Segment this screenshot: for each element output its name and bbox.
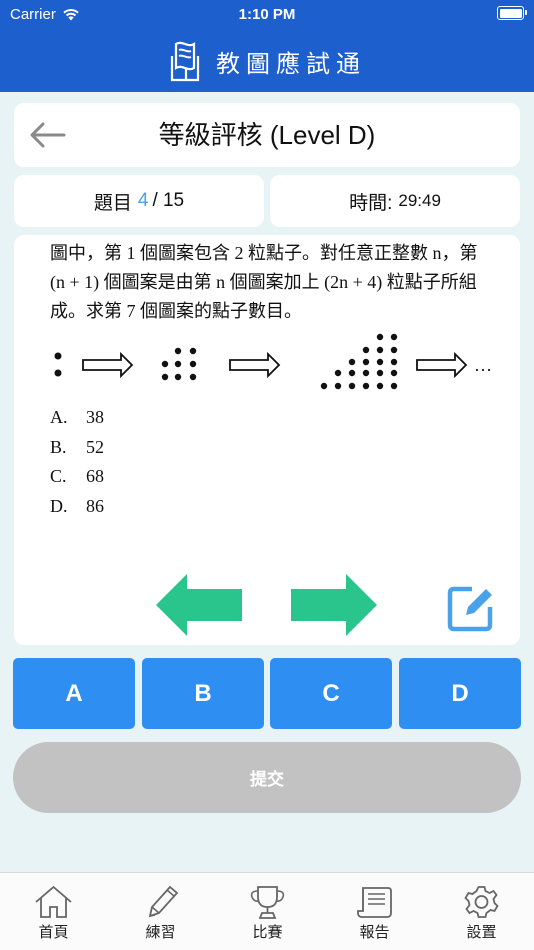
tab-competition[interactable]: 比賽 <box>214 873 321 950</box>
pattern-1 <box>54 352 62 377</box>
status-bar: Carrier 1:10 PM <box>0 0 534 30</box>
answer-button-c[interactable]: C <box>270 658 392 729</box>
timer: 時間: 29:49 <box>270 175 520 227</box>
edit-icon[interactable] <box>446 583 496 633</box>
next-question-button[interactable] <box>291 574 377 636</box>
pattern-2 <box>161 347 197 381</box>
tab-settings-label: 設置 <box>466 924 497 941</box>
home-icon <box>35 885 72 918</box>
pattern-ellipsis: … <box>474 355 492 375</box>
option-d: D. 86 <box>50 495 104 516</box>
app-branding: 教圖應試通 <box>0 30 534 92</box>
pattern-3 <box>320 333 398 390</box>
dot-pattern-figure: … <box>54 333 492 390</box>
option-b: B. 52 <box>50 436 104 457</box>
question-counter: 題目 4 / 15 <box>14 175 264 227</box>
current-question-number: 4 <box>137 190 149 211</box>
trophy-icon <box>250 886 285 919</box>
app-title: 教圖應試通 <box>216 49 366 78</box>
timer-value: 29:49 <box>398 191 441 210</box>
question-line-2: (n + 1) 個圖案是由第 n 個圖案加上 (2n + 4) 粒點子所組 <box>50 272 477 292</box>
answer-button-d[interactable]: D <box>399 658 521 729</box>
tab-competition-label: 比賽 <box>252 924 283 941</box>
scroll-icon <box>357 887 392 918</box>
question-line-1: 圖中，第 1 個圖案包含 2 粒點子。對任意正整數 n，第 <box>50 243 478 263</box>
timer-label: 時間: <box>349 192 393 214</box>
total-questions: / 15 <box>152 190 185 211</box>
option-a: A. 38 <box>50 407 104 427</box>
gear-icon <box>464 886 499 918</box>
app-logo-icon <box>170 41 200 82</box>
tab-bar: 首頁 練習 比賽 報告 設置 <box>0 872 534 950</box>
status-time: 1:10 PM <box>238 6 296 23</box>
tab-home-label: 首頁 <box>38 924 69 941</box>
submit-button[interactable]: 提交 <box>13 742 521 813</box>
battery-icon <box>497 6 527 20</box>
previous-question-button[interactable] <box>156 574 242 636</box>
tab-report[interactable]: 報告 <box>321 873 428 950</box>
answer-button-b[interactable]: B <box>142 658 264 729</box>
title-bar: 等級評核 (Level D) <box>14 103 520 167</box>
question-text: 圖中，第 1 個圖案包含 2 粒點子。對任意正整數 n，第 (n + 1) 個圖… <box>50 239 515 326</box>
tab-settings[interactable]: 設置 <box>428 873 534 950</box>
back-arrow-icon[interactable] <box>28 117 68 153</box>
screen-title: 等級評核 (Level D) <box>158 120 376 150</box>
app-header: Carrier 1:10 PM 教圖應試通 <box>0 0 534 92</box>
counter-label: 題目 <box>93 192 132 214</box>
question-card: 圖中，第 1 個圖案包含 2 粒點子。對任意正整數 n，第 (n + 1) 個圖… <box>14 235 520 645</box>
tab-report-label: 報告 <box>359 924 390 941</box>
tab-practice[interactable]: 練習 <box>107 873 214 950</box>
tab-home[interactable]: 首頁 <box>0 873 107 950</box>
answer-button-a[interactable]: A <box>13 658 135 729</box>
question-line-3: 成。求第 7 個圖案的點子數目。 <box>50 301 302 321</box>
option-c: C. 68 <box>50 466 104 486</box>
answer-options: A. 38 B. 52 C. 68 D. 86 <box>50 407 104 525</box>
tab-practice-label: 練習 <box>145 924 176 941</box>
pencil-icon <box>148 885 179 918</box>
